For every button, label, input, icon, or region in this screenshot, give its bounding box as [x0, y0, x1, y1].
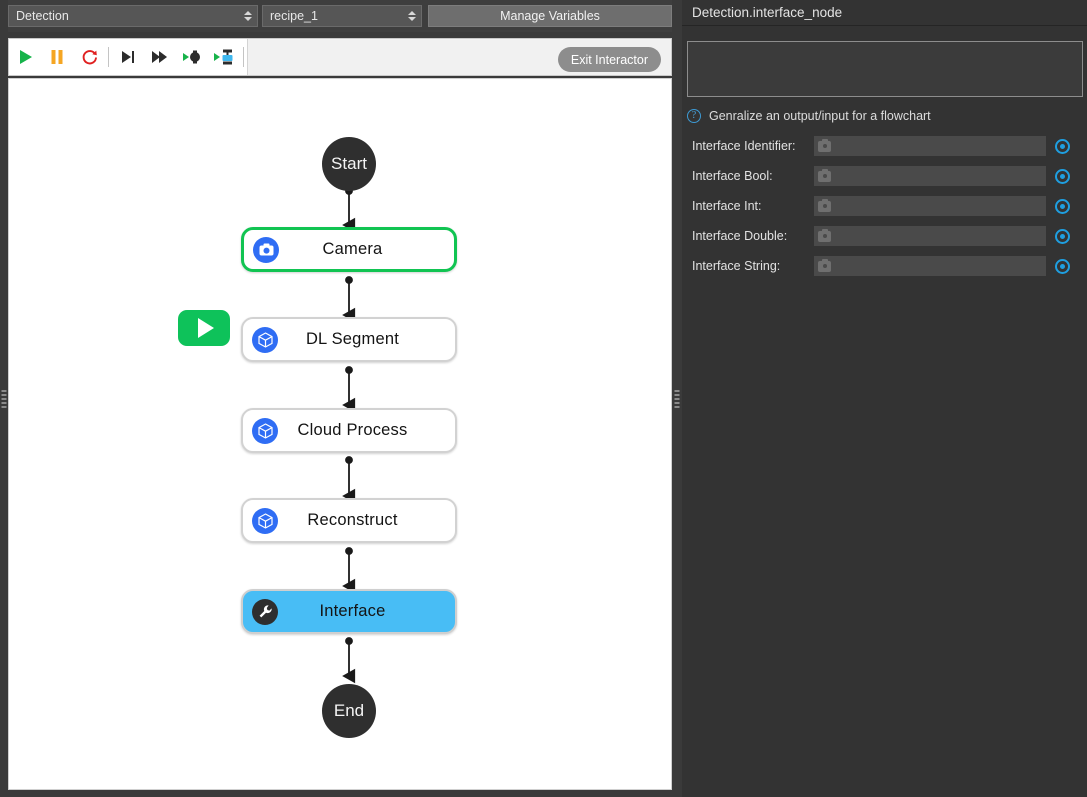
step-controls: [112, 39, 240, 75]
property-label: Interface Bool:: [692, 169, 773, 183]
node-dl-segment[interactable]: DL Segment: [241, 317, 457, 362]
toolbar-divider: [243, 47, 244, 67]
end-node-label: End: [333, 701, 365, 720]
record-target-icon[interactable]: [1055, 198, 1070, 214]
interface-double-field[interactable]: [814, 226, 1046, 246]
properties-pane: Detection.interface_node ? Genralize an …: [682, 0, 1087, 797]
camera-icon: [818, 198, 831, 212]
node-cloud-process[interactable]: Cloud Process: [241, 408, 457, 453]
interface-string-field[interactable]: [814, 256, 1046, 276]
property-label: Interface Double:: [692, 229, 788, 243]
cube-icon: [252, 326, 278, 353]
run-interactor-button[interactable]: [208, 39, 240, 75]
record-target-icon[interactable]: [1055, 138, 1070, 154]
record-target-icon[interactable]: [1055, 168, 1070, 184]
start-node-label: Start: [331, 154, 367, 173]
end-node[interactable]: End: [322, 684, 376, 738]
camera-icon: [818, 138, 831, 152]
top-selector-bar: Detection recipe_1 Manage Variables: [0, 0, 680, 32]
property-label: Interface Int:: [692, 199, 762, 213]
pause-button[interactable]: [41, 39, 73, 75]
record-target-icon[interactable]: [1055, 258, 1070, 274]
exit-interactor-button[interactable]: Exit Interactor: [557, 47, 661, 72]
transport-controls: [9, 39, 105, 75]
help-circle-icon: ?: [687, 109, 701, 123]
node-reconstruct-label: Reconstruct: [307, 511, 398, 529]
node-dl-segment-label: DL Segment: [305, 330, 400, 348]
camera-icon: [818, 258, 831, 272]
record-target-icon[interactable]: [1055, 228, 1070, 244]
node-description: ? Genralize an output/input for a flowch…: [687, 106, 1083, 126]
run-toolbar: Exit Interactor: [8, 38, 672, 76]
cube-icon: [252, 417, 278, 444]
cube-icon: [252, 507, 278, 534]
property-row: Interface Bool:: [682, 161, 1087, 191]
reset-button[interactable]: [73, 39, 105, 75]
property-list: Interface Identifier: Interface Bool: In…: [682, 131, 1087, 281]
chevron-updown-icon: [242, 8, 253, 24]
interface-int-field[interactable]: [814, 196, 1046, 216]
node-camera-label: Camera: [322, 240, 383, 258]
camera-icon: [818, 168, 831, 182]
property-row: Interface String:: [682, 251, 1087, 281]
recipe-combo[interactable]: recipe_1: [262, 5, 422, 27]
flowchart-canvas[interactable]: Start Camera DL Segment Cloud Process Re…: [8, 78, 672, 790]
step-into-button[interactable]: [112, 39, 144, 75]
camera-icon: [818, 228, 831, 242]
flowchart-editor-pane: Detection recipe_1 Manage Variables Exit…: [0, 0, 680, 797]
start-node[interactable]: Start: [322, 137, 376, 191]
left-splitter-handle[interactable]: [0, 0, 8, 797]
interface-bool-field[interactable]: [814, 166, 1046, 186]
manage-variables-button[interactable]: Manage Variables: [428, 5, 672, 27]
step-over-button[interactable]: [144, 39, 176, 75]
node-camera[interactable]: Camera: [241, 227, 457, 272]
run-from-node-badge[interactable]: [178, 310, 230, 346]
run-button[interactable]: [9, 39, 41, 75]
node-cloud-process-label: Cloud Process: [297, 421, 408, 439]
node-description-text: Genralize an output/input for a flowchar…: [709, 109, 931, 123]
node-reconstruct[interactable]: Reconstruct: [241, 498, 457, 543]
property-label: Interface String:: [692, 259, 781, 273]
property-row: Interface Int:: [682, 191, 1087, 221]
property-label: Interface Identifier:: [692, 139, 796, 153]
wrench-icon: [252, 598, 278, 625]
interface-identifier-field[interactable]: [814, 136, 1046, 156]
notes-textarea[interactable]: [687, 41, 1083, 97]
chevron-updown-icon: [406, 8, 417, 24]
property-row: Interface Double:: [682, 221, 1087, 251]
application-window: Detection recipe_1 Manage Variables Exit…: [0, 0, 1087, 797]
properties-title: Detection.interface_node: [682, 0, 1087, 26]
project-combo-value: Detection: [16, 9, 69, 23]
run-to-node-button[interactable]: [176, 39, 208, 75]
toolbar-divider: [108, 47, 109, 67]
panel-splitter-handle[interactable]: [672, 0, 682, 797]
recipe-combo-value: recipe_1: [270, 9, 318, 23]
node-interface-label: Interface: [319, 602, 386, 620]
property-row: Interface Identifier:: [682, 131, 1087, 161]
node-interface[interactable]: Interface: [241, 589, 457, 634]
project-combo[interactable]: Detection: [8, 5, 258, 27]
camera-icon: [253, 236, 279, 263]
